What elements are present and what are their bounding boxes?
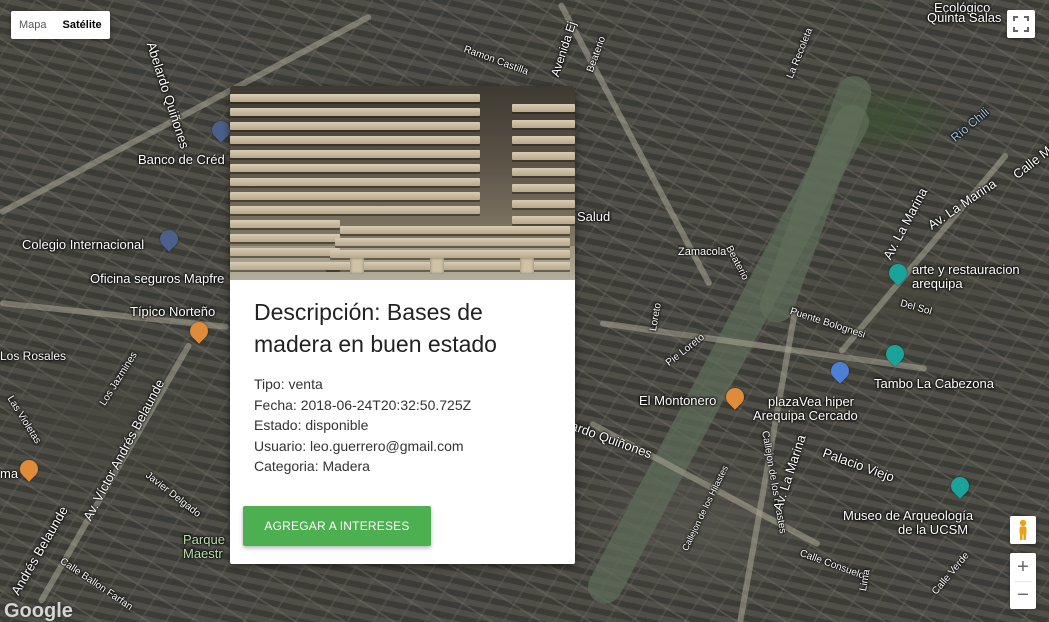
photo-slat <box>512 104 575 112</box>
photo-slat <box>230 248 340 256</box>
map-label: Río Chili <box>948 104 992 145</box>
fullscreen-icon <box>1013 16 1029 32</box>
map-label: ma <box>0 466 19 481</box>
listing-details: Tipo: venta Fecha: 2018-06-24T20:32:50.7… <box>254 374 551 477</box>
restaurant-pin-icon[interactable] <box>16 456 42 482</box>
map-label: Av. La Marina <box>925 175 999 233</box>
map-label: Arequipa Cercado <box>753 408 858 423</box>
photo-slat <box>512 152 575 160</box>
photo-slat <box>230 192 480 200</box>
photo-slat <box>230 150 480 158</box>
add-to-interests-button[interactable]: AGREGAR A INTERESES <box>243 506 431 546</box>
map-label: Loreto <box>648 302 664 332</box>
photo-slat <box>230 220 340 228</box>
map-label: Típico Norteño <box>130 304 216 319</box>
map-label: Los Rosales <box>0 349 67 363</box>
map-label: Andrés Belaunde <box>8 503 71 598</box>
pallets-photo <box>230 86 575 280</box>
map-label: Ramon Castilla <box>462 44 530 78</box>
photo-block <box>430 258 444 274</box>
google-logo: Google <box>4 600 73 622</box>
map-label: Salud <box>577 209 611 224</box>
map-label: Javier Delgado <box>143 470 203 520</box>
map-label: Museo de Arqueología <box>843 508 974 523</box>
photo-block <box>520 258 534 274</box>
photo-slat <box>230 122 480 130</box>
map-label: Tambo La Cabezona <box>874 376 994 391</box>
map-type-satellite-button[interactable]: Satélite <box>55 11 110 39</box>
museum-pin-icon[interactable] <box>885 260 911 286</box>
zoom-control: + − <box>1010 553 1036 609</box>
map-label: Zamacola <box>678 246 727 258</box>
shopping-pin-icon[interactable] <box>827 358 853 384</box>
listing-date: Fecha: 2018-06-24T20:32:50.725Z <box>254 396 472 413</box>
map-label: Beaterio <box>723 244 751 283</box>
map-label: La Recoleta <box>785 26 816 81</box>
map-label: Av. Víctor Andrés Belaunde <box>80 376 168 524</box>
photo-slat <box>340 226 570 234</box>
map-label: Oficina seguros Mapfre <box>90 271 225 286</box>
photo-slat <box>512 184 575 192</box>
map-label: arte y restauracion <box>912 262 1020 277</box>
photo-slat <box>512 216 575 224</box>
map-label: Palacio Viejo <box>820 445 897 485</box>
photo-slat <box>230 206 480 214</box>
map-label: Puente Bolognesi <box>788 306 867 341</box>
road <box>557 1 713 287</box>
listing-category: Categoria: Madera <box>254 458 370 475</box>
photo-block <box>350 258 364 274</box>
map-label: Calle Verde <box>930 550 972 598</box>
photo-slat <box>230 108 480 116</box>
photo-slat <box>230 262 340 270</box>
photo-slat <box>230 164 480 172</box>
pegman-icon <box>1019 519 1027 540</box>
card-body: Descripción: Bases de madera en buen est… <box>230 280 575 477</box>
listing-status: Estado: disponible <box>254 417 369 434</box>
listing-title: Descripción: Bases de madera en buen est… <box>254 299 497 357</box>
map-label: Calle Me <box>1010 138 1049 182</box>
photo-slat <box>512 200 575 208</box>
map-label: El Montonero <box>639 393 717 408</box>
school-pin-icon[interactable] <box>156 226 182 252</box>
map-label: de la UCSM <box>898 522 969 537</box>
map-label: Quinta Salas <box>927 10 1002 25</box>
zoom-in-button[interactable]: + <box>1010 553 1036 581</box>
photo-slat <box>230 178 480 186</box>
listing-type: Tipo: venta <box>254 376 323 392</box>
map-label: Avenida Ej <box>548 19 579 79</box>
zoom-out-button[interactable]: − <box>1010 581 1036 609</box>
photo-slat <box>335 238 570 246</box>
fullscreen-button[interactable] <box>1007 10 1035 38</box>
map-label: Parque Maestr <box>183 532 225 561</box>
map-label: plazaVea hiper <box>768 394 855 409</box>
photo-slat <box>330 250 570 258</box>
museum-pin-icon[interactable] <box>947 473 973 499</box>
photo-slat <box>512 120 575 128</box>
map-label: ardo Quiñones <box>568 418 655 462</box>
photo-slat <box>512 136 575 144</box>
map-label: Calle Consuelo <box>798 548 866 582</box>
listing-user: Usuario: leo.guerrero@gmail.com <box>254 437 464 454</box>
map-type-mapa-button[interactable]: Mapa <box>11 11 55 39</box>
photo-slat <box>512 168 575 176</box>
photo-slat <box>230 136 480 144</box>
map-label: Las Violetas <box>4 394 43 446</box>
map-label: Lima <box>858 568 873 592</box>
photo-slat <box>230 234 340 242</box>
map-type-control: Mapa Satélite <box>11 11 110 39</box>
map-label: arequipa <box>912 276 963 291</box>
listing-card: Descripción: Bases de madera en buen est… <box>230 86 575 564</box>
map-label: Del Sol <box>898 298 934 318</box>
map-label: Banco de Créd <box>138 152 225 167</box>
map-label: Colegio Internacional <box>22 237 145 252</box>
map-label: Los Jazmines <box>98 350 140 408</box>
street-view-button[interactable] <box>1010 516 1036 544</box>
photo-slat <box>230 94 480 102</box>
